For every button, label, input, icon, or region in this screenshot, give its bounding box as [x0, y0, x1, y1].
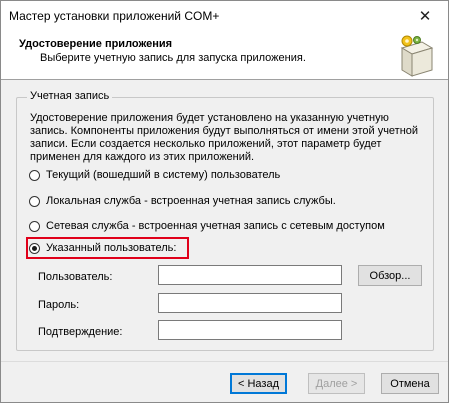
close-icon: ✕	[418, 7, 432, 25]
header-subtitle: Выберите учетную запись для запуска прил…	[40, 52, 306, 64]
radio-specified-user[interactable]: Указанный пользователь:	[29, 242, 176, 254]
radio-label: Сетевая служба - встроенная учетная запи…	[46, 220, 385, 232]
radio-circle[interactable]	[29, 169, 40, 181]
wizard-window: Мастер установки приложений COM+ ✕ Удост…	[0, 0, 449, 403]
title-bar: Мастер установки приложений COM+ ✕	[1, 1, 448, 30]
account-group-label: Учетная запись	[27, 90, 113, 102]
radio-label: Локальная служба - встроенная учетная за…	[46, 195, 336, 207]
package-box-icon	[400, 35, 434, 77]
header-title: Удостоверение приложения	[19, 38, 173, 50]
radio-current-user[interactable]: Текущий (вошедший в систему) пользовател…	[29, 169, 280, 181]
radio-circle[interactable]	[29, 195, 40, 207]
account-description: Удостоверение приложения будет установле…	[30, 112, 419, 163]
radio-network-service[interactable]: Сетевая служба - встроенная учетная запи…	[29, 220, 385, 232]
confirm-password-input[interactable]	[158, 320, 342, 340]
back-button[interactable]: < Назад	[230, 373, 287, 394]
radio-circle[interactable]	[29, 220, 40, 232]
window-title: Мастер установки приложений COM+	[9, 9, 220, 23]
next-button[interactable]: Далее >	[308, 373, 365, 394]
radio-circle-selected[interactable]	[29, 242, 40, 254]
confirm-label: Подтверждение:	[38, 326, 123, 338]
wizard-header: Удостоверение приложения Выберите учетну…	[1, 30, 448, 80]
radio-local-service[interactable]: Локальная служба - встроенная учетная за…	[29, 195, 336, 207]
password-label: Пароль:	[38, 299, 80, 311]
radio-label: Указанный пользователь:	[46, 242, 177, 254]
user-input[interactable]	[158, 265, 342, 285]
account-groupbox: Учетная запись Удостоверение приложения …	[16, 90, 434, 351]
radio-label: Текущий (вошедший в систему) пользовател…	[46, 169, 281, 181]
user-label: Пользователь:	[38, 271, 113, 283]
footer-divider	[1, 361, 448, 362]
password-input[interactable]	[158, 293, 342, 313]
browse-button[interactable]: Обзор...	[358, 265, 422, 286]
close-button[interactable]: ✕	[402, 1, 448, 30]
cancel-button[interactable]: Отмена	[381, 373, 439, 394]
